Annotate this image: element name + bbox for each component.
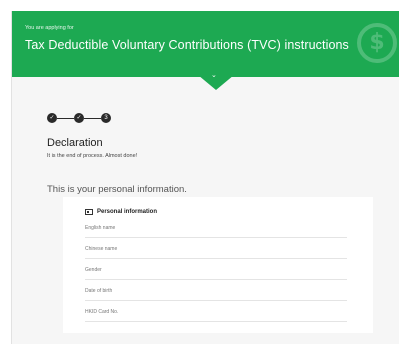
field-gender: Gender (85, 259, 347, 280)
field-label: Date of birth (85, 288, 113, 294)
field-date-of-birth: Date of birth (85, 280, 347, 301)
field-chinese-name: Chinese name (85, 238, 347, 259)
step-connector (84, 117, 101, 119)
progress-stepper: ✓ ✓ 3 (47, 113, 117, 123)
step-1-mark: ✓ (49, 115, 55, 121)
field-hkid-card-no: HKID Card No. (85, 301, 347, 322)
step-3-current: 3 (101, 113, 111, 123)
card-header: Personal information (85, 209, 157, 215)
step-subtitle: It is the end of process. Almost done! (47, 153, 138, 159)
banner-kicker: You are applying for (25, 25, 74, 31)
field-label: Chinese name (85, 246, 118, 252)
personal-info-card: Personal information English name Chines… (63, 197, 373, 333)
step-title: Declaration (47, 137, 103, 149)
step-3-mark: 3 (104, 115, 108, 121)
card-title: Personal information (97, 209, 158, 215)
step-2-mark: ✓ (76, 115, 82, 121)
dollar-coin-icon: $ (357, 23, 397, 63)
field-label: English name (85, 225, 116, 231)
id-card-icon (85, 209, 93, 215)
page-title: Tax Deductible Voluntary Contributions (… (25, 38, 349, 52)
header-banner: You are applying for Tax Deductible Volu… (12, 11, 399, 77)
step-connector (57, 117, 74, 119)
field-label: Gender (85, 267, 102, 273)
field-label: HKID Card No. (85, 309, 119, 315)
step-2-done-icon: ✓ (74, 113, 84, 123)
chevron-down-icon[interactable]: ⌄ (211, 72, 217, 79)
personal-info-heading: This is your personal information. (47, 184, 187, 195)
field-english-name: English name (85, 217, 347, 238)
step-1-done-icon: ✓ (47, 113, 57, 123)
